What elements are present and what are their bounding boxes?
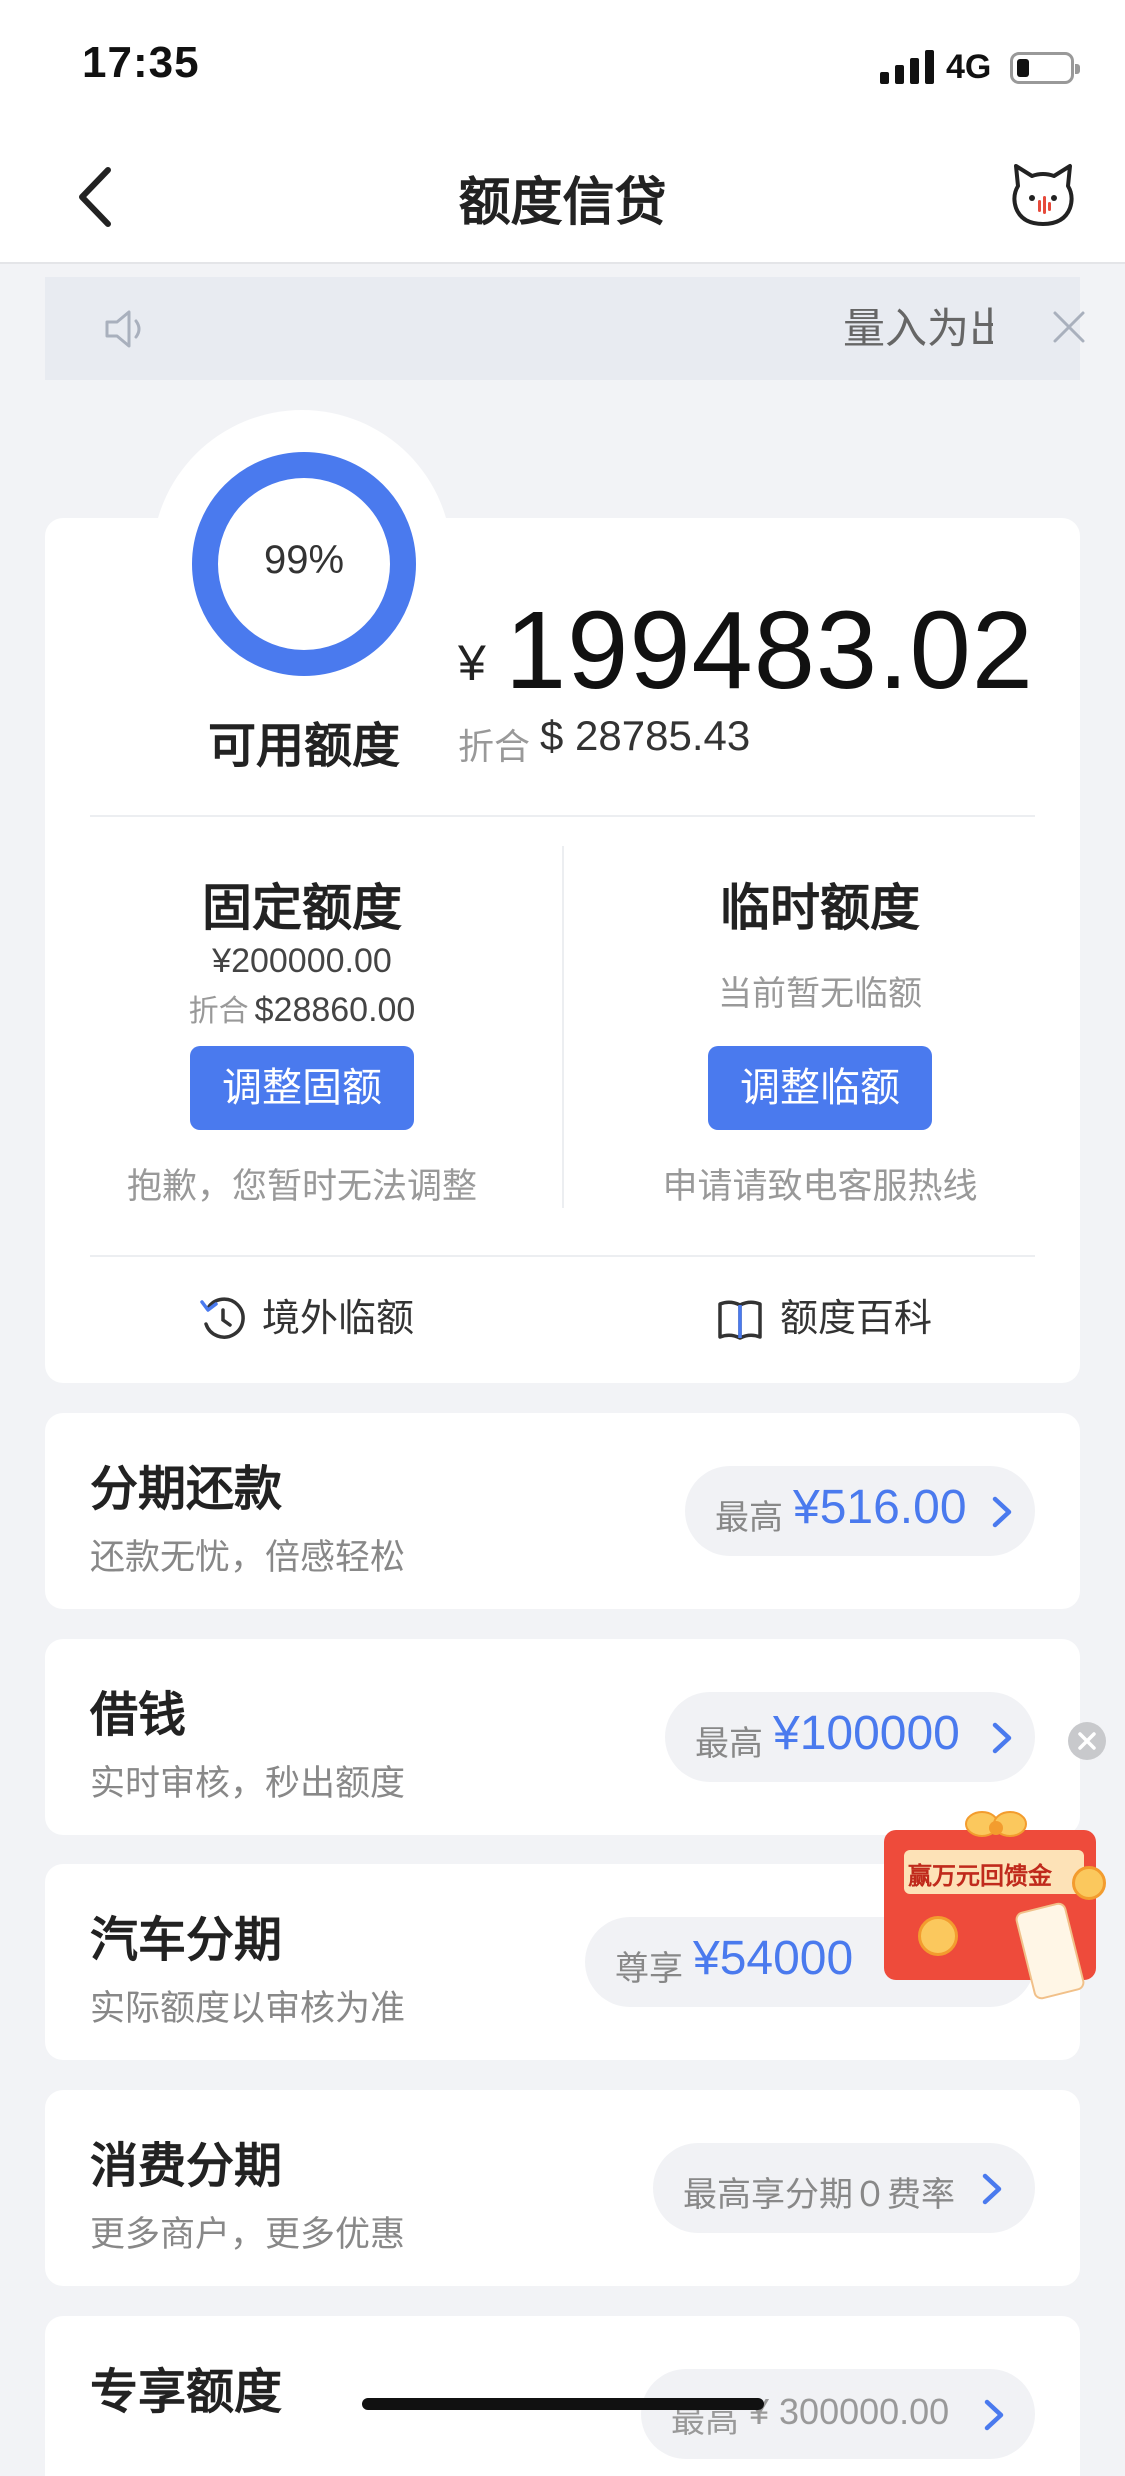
item-title: 专享额度 xyxy=(90,2366,283,2419)
status-time: 17:35 xyxy=(82,38,200,87)
item-subtitle: 还款无忧，倍感轻松 xyxy=(90,1538,406,1577)
divider-vertical xyxy=(562,846,564,1208)
item-subtitle: 实时审核，秒出额度 xyxy=(90,1764,406,1803)
pill-value: ¥54000 xyxy=(693,1932,854,1985)
item-subtitle: 更多商户，更多优惠 xyxy=(90,2215,406,2254)
adjust-temp-button[interactable]: 调整临额 xyxy=(708,1046,932,1130)
notice-text: 量入为出 xyxy=(843,305,993,352)
temp-limit-note: 申请请致电客服热线 xyxy=(662,1167,978,1206)
red-envelope-promo[interactable]: 赢万元回馈金 xyxy=(874,1804,1118,2001)
chevron-right-icon xyxy=(992,1722,1012,1754)
temp-limit-status: 当前暂无临额 xyxy=(718,975,922,1013)
speaker-icon xyxy=(103,307,149,351)
item-pill[interactable]: 最高 ¥100000 xyxy=(665,1692,1035,1782)
list-item-consumer-installment[interactable]: 消费分期 更多商户，更多优惠 最高享分期０费率 xyxy=(45,2090,1080,2286)
overseas-limit-link[interactable]: 境外临额 xyxy=(198,1292,458,1346)
coin-icon xyxy=(918,1916,958,1956)
fixed-limit-note: 抱歉，您暂时无法调整 xyxy=(126,1167,477,1206)
limit-wiki-link[interactable]: 额度百科 xyxy=(716,1292,976,1346)
converted-label: 折合 xyxy=(458,726,531,767)
pill-label: 最高 xyxy=(715,1499,783,1537)
chevron-right-icon xyxy=(992,1496,1012,1528)
limit-wiki-label: 额度百科 xyxy=(780,1298,933,1340)
list-item-exclusive-limit[interactable]: 专享额度 最高 ¥ 300000.00 xyxy=(45,2316,1080,2476)
pill-value: ¥516.00 xyxy=(793,1481,967,1534)
divider xyxy=(90,815,1035,817)
book-icon xyxy=(718,1300,762,1340)
divider xyxy=(90,1255,1035,1257)
usage-percent: 99% xyxy=(263,538,345,582)
battery-icon xyxy=(1010,52,1080,84)
chevron-right-icon xyxy=(984,2399,1004,2431)
clock-refresh-icon xyxy=(200,1297,245,1339)
item-title: 汽车分期 xyxy=(90,1914,283,1967)
customer-service-icon[interactable] xyxy=(1010,162,1076,228)
page-title: 额度信贷 xyxy=(458,174,667,232)
item-title: 消费分期 xyxy=(90,2140,283,2193)
item-pill[interactable]: 最高 ¥ 300000.00 xyxy=(641,2369,1035,2459)
item-title: 分期还款 xyxy=(90,1463,283,1516)
notice-bar[interactable]: 量入为出 xyxy=(45,277,1085,380)
overseas-limit-label: 境外临额 xyxy=(262,1298,415,1340)
available-amount: 199483.02 xyxy=(505,589,1034,712)
item-subtitle: 实际额度以审核为准 xyxy=(90,1989,406,2028)
pill-value: ¥ 300000.00 xyxy=(749,2391,950,2432)
pill-label: 最高享分期０费率 xyxy=(683,2176,955,2214)
adjust-fixed-button[interactable]: 调整固额 xyxy=(190,1046,414,1130)
temp-limit-title: 临时额度 xyxy=(720,880,920,936)
home-indicator[interactable] xyxy=(362,2398,764,2410)
list-item-installment[interactable]: 分期还款 还款无忧，倍感轻松 最高 ¥516.00 xyxy=(45,1413,1080,1609)
chevron-right-icon xyxy=(982,2173,1002,2205)
signal-icon xyxy=(880,50,936,84)
item-pill[interactable]: 最高 ¥516.00 xyxy=(685,1466,1035,1556)
close-icon[interactable] xyxy=(1049,307,1089,347)
converted-value: $28860.00 xyxy=(254,991,416,1029)
fixed-limit-converted: 折合 $28860.00 xyxy=(52,986,552,1030)
network-type: 4G xyxy=(946,48,992,86)
item-pill[interactable]: 最高享分期０费率 xyxy=(653,2143,1035,2233)
item-title: 借钱 xyxy=(90,1689,187,1742)
available-label: 可用额度 xyxy=(207,720,400,773)
coin-icon xyxy=(1072,1866,1106,1900)
currency-symbol: ¥ xyxy=(458,635,486,691)
fixed-limit-amount: ¥200000.00 xyxy=(212,942,392,980)
converted-label: 折合 xyxy=(188,995,249,1028)
pill-label: 最高 xyxy=(695,1725,763,1763)
pill-label: 尊享 xyxy=(615,1950,683,1988)
converted-value: $ 28785.43 xyxy=(540,712,751,759)
pill-value: ¥100000 xyxy=(773,1707,960,1760)
promo-text: 赢万元回馈金 xyxy=(908,1861,1052,1890)
bow-icon xyxy=(965,1811,1027,1837)
fixed-limit-title: 固定额度 xyxy=(202,880,402,936)
close-promo-icon[interactable] xyxy=(1068,1722,1106,1760)
